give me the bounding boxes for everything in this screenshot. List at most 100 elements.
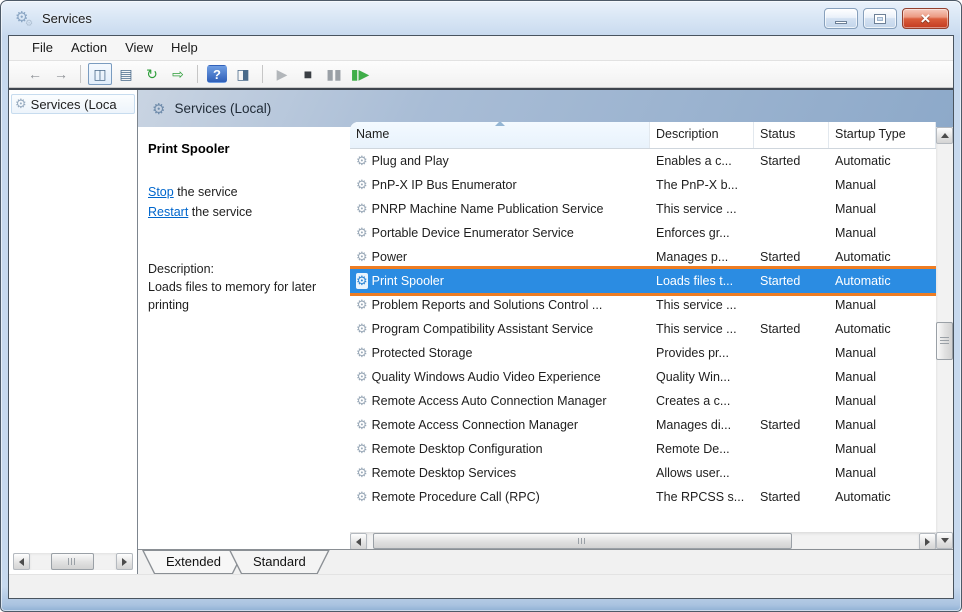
list-header: Name Description Status Startup Type bbox=[350, 122, 936, 149]
service-gear-icon: ⚙ bbox=[356, 201, 368, 217]
help-icon[interactable]: ? bbox=[207, 65, 227, 83]
tree-item-label: Services (Loca bbox=[31, 97, 117, 112]
maximize-button[interactable] bbox=[863, 8, 897, 29]
minimize-button[interactable] bbox=[824, 8, 858, 29]
restart-service-link[interactable]: Restart bbox=[148, 205, 188, 219]
title-bar[interactable]: ⚙⚙ Services × bbox=[1, 2, 961, 35]
service-gear-icon: ⚙ bbox=[356, 297, 368, 313]
view-tabs: ExtendedStandard bbox=[138, 549, 953, 574]
table-row[interactable]: ⚙Plug and Play Enables a c... Started Au… bbox=[350, 149, 936, 173]
refresh-icon[interactable]: ↻ bbox=[140, 63, 164, 85]
restart-service-icon[interactable]: ▮▶ bbox=[348, 63, 372, 85]
stop-suffix: the service bbox=[174, 185, 238, 199]
table-row[interactable]: ⚙Protected Storage Provides pr... Manual bbox=[350, 341, 936, 365]
export-list-icon[interactable]: ⇨ bbox=[166, 63, 190, 85]
list-vertical-scrollbar[interactable] bbox=[936, 127, 953, 549]
service-gear-icon: ⚙ bbox=[356, 345, 368, 361]
toolbar: ←→ ◫▤↻⇨?◨ ▶■▮▮▮▶ bbox=[9, 61, 953, 88]
service-gear-icon: ⚙ bbox=[356, 489, 368, 505]
scrollbar-thumb[interactable] bbox=[936, 322, 953, 360]
stop-service-line: Stop the service bbox=[148, 182, 340, 202]
menu-help[interactable]: Help bbox=[162, 36, 207, 60]
table-row[interactable]: ⚙Quality Windows Audio Video Experience … bbox=[350, 365, 936, 389]
console-tree-panel: ⚙ Services (Loca bbox=[9, 90, 138, 574]
gear-icon: ⚙ bbox=[152, 100, 165, 118]
pause-service-icon[interactable]: ▮▮ bbox=[322, 63, 346, 85]
table-row[interactable]: ⚙Power Manages p... Started Automatic bbox=[350, 245, 936, 269]
restart-suffix: the service bbox=[188, 205, 252, 219]
pane-body: Print Spooler Stop the service Restart t… bbox=[138, 127, 953, 549]
service-gear-icon: ⚙ bbox=[356, 465, 368, 481]
scroll-up-button[interactable] bbox=[936, 127, 953, 144]
menu-view[interactable]: View bbox=[116, 36, 162, 60]
scrollbar-thumb[interactable] bbox=[373, 533, 793, 549]
window-title: Services bbox=[42, 11, 92, 26]
table-row[interactable]: ⚙Portable Device Enumerator Service Enfo… bbox=[350, 221, 936, 245]
tab-standard[interactable]: Standard bbox=[229, 550, 330, 574]
minimize-icon bbox=[835, 21, 847, 24]
list-horizontal-scrollbar[interactable] bbox=[350, 532, 936, 549]
scroll-down-button[interactable] bbox=[936, 532, 953, 549]
tree-horizontal-scrollbar[interactable] bbox=[13, 553, 133, 570]
band-title: Services (Local) bbox=[174, 101, 271, 116]
start-service-icon[interactable]: ▶ bbox=[270, 63, 294, 85]
column-header-startup-type[interactable]: Startup Type bbox=[829, 122, 936, 148]
properties-icon[interactable]: ▤ bbox=[114, 63, 138, 85]
menu-bar: File Action View Help bbox=[9, 36, 953, 61]
main-content: ⚙ Services (Loca ⚙ Services (Local) bbox=[9, 88, 953, 574]
scroll-left-button[interactable] bbox=[13, 553, 30, 570]
forward-icon[interactable]: → bbox=[49, 63, 73, 85]
back-icon[interactable]: ← bbox=[23, 63, 47, 85]
column-header-description[interactable]: Description bbox=[650, 122, 754, 148]
table-row[interactable]: ⚙Problem Reports and Solutions Control .… bbox=[350, 293, 936, 317]
table-row[interactable]: ⚙Remote Desktop Services Allows user... … bbox=[350, 461, 936, 485]
toolbar-separator bbox=[262, 65, 263, 83]
services-list: Name Description Status Startup Type ⚙Pl… bbox=[350, 122, 936, 549]
service-detail-panel: Print Spooler Stop the service Restart t… bbox=[138, 127, 350, 549]
menu-file[interactable]: File bbox=[23, 36, 62, 60]
close-icon: × bbox=[921, 10, 931, 27]
scrollbar-thumb[interactable] bbox=[51, 553, 94, 570]
right-pane: ⚙ Services (Local) Print Spooler Stop th… bbox=[138, 90, 953, 574]
restart-service-line: Restart the service bbox=[148, 202, 340, 222]
column-header-status[interactable]: Status bbox=[754, 122, 829, 148]
service-rows: ⚙Plug and Play Enables a c... Started Au… bbox=[350, 149, 936, 532]
column-header-name[interactable]: Name bbox=[350, 122, 650, 148]
service-gear-icon: ⚙ bbox=[356, 417, 368, 433]
stop-service-icon[interactable]: ■ bbox=[296, 63, 320, 85]
status-bar bbox=[9, 574, 953, 598]
toolbar-separator bbox=[197, 65, 198, 83]
service-gear-icon: ⚙ bbox=[356, 441, 368, 457]
service-gear-icon: ⚙ bbox=[356, 273, 368, 289]
show-console-tree-icon[interactable]: ◫ bbox=[88, 63, 112, 85]
table-row[interactable]: ⚙PnP-X IP Bus Enumerator The PnP-X b... … bbox=[350, 173, 936, 197]
description-text: Loads files to memory for later printing bbox=[148, 278, 340, 314]
gear-icon: ⚙ bbox=[15, 96, 27, 112]
table-row[interactable]: ⚙Remote Desktop Configuration Remote De.… bbox=[350, 437, 936, 461]
scroll-left-button[interactable] bbox=[350, 533, 367, 549]
table-row[interactable]: ⚙Remote Access Auto Connection Manager C… bbox=[350, 389, 936, 413]
table-row[interactable]: ⚙Remote Access Connection Manager Manage… bbox=[350, 413, 936, 437]
service-gear-icon: ⚙ bbox=[356, 249, 368, 265]
service-gear-icon: ⚙ bbox=[356, 369, 368, 385]
table-row[interactable]: ⚙Remote Procedure Call (RPC) The RPCSS s… bbox=[350, 485, 936, 509]
service-gear-icon: ⚙ bbox=[356, 153, 368, 169]
table-row[interactable]: ⚙PNRP Machine Name Publication Service T… bbox=[350, 197, 936, 221]
maximize-icon bbox=[874, 14, 886, 24]
sort-ascending-icon bbox=[495, 122, 505, 126]
scroll-right-button[interactable] bbox=[116, 553, 133, 570]
stop-service-link[interactable]: Stop bbox=[148, 185, 174, 199]
description-label: Description: bbox=[148, 260, 340, 278]
services-window: ⚙⚙ Services × File Action View Help ←→◫▤… bbox=[0, 0, 962, 612]
service-gear-icon: ⚙ bbox=[356, 225, 368, 241]
table-row[interactable]: ⚙Print Spooler Loads files t... Started … bbox=[350, 269, 936, 293]
toolbar-separator bbox=[80, 65, 81, 83]
show-action-pane-icon[interactable]: ◨ bbox=[231, 63, 255, 85]
service-gear-icon: ⚙ bbox=[356, 393, 368, 409]
scroll-right-button[interactable] bbox=[919, 533, 936, 549]
client-area: File Action View Help ←→ ◫▤↻⇨?◨ ▶■▮▮▮▶ ⚙ S… bbox=[8, 35, 954, 599]
close-button[interactable]: × bbox=[902, 8, 949, 29]
table-row[interactable]: ⚙Program Compatibility Assistant Service… bbox=[350, 317, 936, 341]
tree-item-services-local[interactable]: ⚙ Services (Loca bbox=[11, 94, 135, 114]
menu-action[interactable]: Action bbox=[62, 36, 116, 60]
